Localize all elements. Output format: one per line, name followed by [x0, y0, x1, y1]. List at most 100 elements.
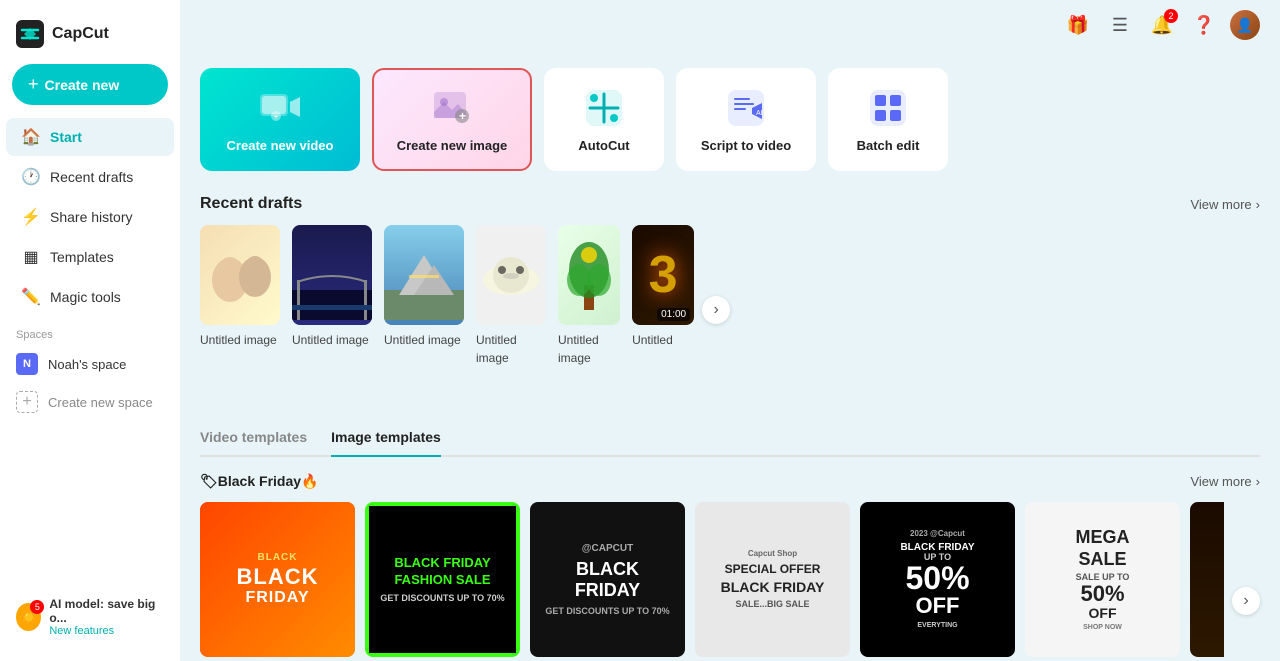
- draft-item-6[interactable]: 3 01:00 Untitled: [632, 225, 694, 367]
- draft-thumb-5: [558, 225, 620, 325]
- draft-thumb-6: 3 01:00: [632, 225, 694, 325]
- batch-edit-icon: [866, 86, 910, 130]
- autocut-icon: [582, 86, 626, 130]
- sidebar-item-magic-tools[interactable]: ✏️ Magic tools: [6, 278, 174, 316]
- draft-label-3: Untitled image: [384, 333, 461, 347]
- svg-text:+: +: [274, 114, 278, 121]
- draft-thumb-2: [292, 225, 372, 325]
- template-item-7[interactable]: The Brew Coffee Black Friday 30% CASHBAC…: [1190, 502, 1224, 661]
- batch-edit-label: Batch edit: [857, 138, 920, 153]
- template-thumb-2: BLACK FRIDAY FASHION SALE GET DISCOUNTS …: [365, 502, 520, 657]
- drafts-grid: Untitled image Untitled image: [200, 225, 694, 367]
- template-item-6[interactable]: MEGA SALE SALE UP TO 50% OFF SHOP NOW Bl…: [1025, 502, 1180, 661]
- space-avatar: N: [16, 353, 38, 375]
- capcut-logo-icon: [16, 20, 44, 48]
- script-to-video-card[interactable]: AI Script to video: [676, 68, 816, 171]
- script-to-video-label: Script to video: [701, 138, 791, 153]
- create-video-label: Create new video: [227, 138, 334, 153]
- create-new-space[interactable]: + Create new space: [0, 383, 180, 421]
- sidebar-item-start[interactable]: 🏠 Start: [6, 118, 174, 156]
- draft-label-6: Untitled: [632, 333, 673, 347]
- draft-thumb-3: [384, 225, 464, 325]
- svg-text:+: +: [459, 109, 466, 123]
- template-item-1[interactable]: BLACK BLACK FRIDAY Black Friday Workout …: [200, 502, 355, 661]
- autocut-label: AutoCut: [578, 138, 629, 153]
- templates-icon: ▦: [22, 248, 40, 266]
- recent-drafts-title: Recent drafts: [200, 195, 302, 213]
- spaces-label: Spaces: [0, 317, 180, 345]
- action-cards: + Create new video + Create new image: [200, 68, 1260, 171]
- create-video-icon: +: [258, 86, 302, 130]
- bell-button[interactable]: 🔔 2: [1146, 9, 1178, 41]
- plus-icon: +: [28, 74, 39, 95]
- draft-thumb-1: [200, 225, 280, 325]
- home-icon: 🏠: [22, 128, 40, 146]
- draft-item-5[interactable]: Untitled image: [558, 225, 620, 367]
- ai-feature-subtitle: New features: [49, 625, 164, 637]
- tab-video-templates[interactable]: Video templates: [200, 423, 307, 457]
- draft-duration-badge: 01:00: [657, 308, 690, 321]
- bell-badge: 2: [1164, 9, 1178, 23]
- batch-edit-card[interactable]: Batch edit: [828, 68, 948, 171]
- create-image-card[interactable]: + Create new image: [372, 68, 532, 171]
- template-item-4[interactable]: Capcut Shop SPECIAL OFFER BLACK FRIDAY S…: [695, 502, 850, 661]
- draft-label-2: Untitled image: [292, 333, 369, 347]
- draft-item-4[interactable]: Untitled image: [476, 225, 546, 367]
- template-thumb-4: Capcut Shop SPECIAL OFFER BLACK FRIDAY S…: [695, 502, 850, 657]
- draft-label-4: Untitled image: [476, 333, 517, 365]
- drafts-next-arrow[interactable]: ›: [702, 296, 730, 324]
- sidebar: CapCut + Create new 🏠 Start 🕐 Recent dra…: [0, 0, 180, 661]
- template-thumb-1: BLACK BLACK FRIDAY: [200, 502, 355, 657]
- template-section-title: 🏷Black Friday🔥: [200, 473, 318, 490]
- space-noah[interactable]: N Noah's space: [0, 345, 180, 383]
- sidebar-item-share-history[interactable]: ⚡ Share history: [6, 198, 174, 236]
- sidebar-item-recent-drafts[interactable]: 🕐 Recent drafts: [6, 158, 174, 196]
- ai-feature-banner[interactable]: ☀️ 5 AI model: save big o... New feature…: [0, 585, 180, 649]
- templates-next-arrow[interactable]: ›: [1232, 587, 1260, 615]
- template-tabs: Video templates Image templates: [200, 423, 1260, 457]
- help-button[interactable]: ❓: [1188, 9, 1220, 41]
- create-image-icon: +: [430, 86, 474, 130]
- top-header: 🎁 ☰ 🔔 2 ❓ 👤: [360, 0, 1280, 50]
- svg-text:AI: AI: [756, 110, 763, 117]
- tab-image-templates[interactable]: Image templates: [331, 423, 441, 457]
- autocut-card[interactable]: AutoCut: [544, 68, 664, 171]
- draft-item-2[interactable]: Untitled image: [292, 225, 372, 367]
- magic-icon: ✏️: [22, 288, 40, 306]
- recent-drafts-view-more[interactable]: View more ›: [1190, 197, 1260, 212]
- template-item-3[interactable]: @CAPCUT BLACK FRIDAY GET DISCOUNTS UP TO…: [530, 502, 685, 661]
- user-avatar[interactable]: 👤: [1230, 10, 1260, 40]
- draft-item-1[interactable]: Untitled image: [200, 225, 280, 367]
- add-space-icon: +: [16, 391, 38, 413]
- sidebar-item-templates[interactable]: ▦ Templates: [6, 238, 174, 276]
- app-logo: CapCut: [0, 12, 180, 64]
- ai-badge-icon: ☀️ 5: [16, 603, 41, 631]
- template-thumb-6: MEGA SALE SALE UP TO 50% OFF SHOP NOW: [1025, 502, 1180, 657]
- template-item-5[interactable]: 2023 @Capcut BLACK FRIDAY UP TO 50% OFF …: [860, 502, 1015, 661]
- ai-feature-title: AI model: save big o...: [49, 597, 164, 625]
- template-section-header: 🏷Black Friday🔥 View more ›: [200, 473, 1260, 490]
- templates-grid: BLACK BLACK FRIDAY Black Friday Workout …: [200, 502, 1224, 661]
- draft-item-3[interactable]: Untitled image: [384, 225, 464, 367]
- main-content: 🎁 ☰ 🔔 2 ❓ 👤 + Create new video: [180, 0, 1280, 661]
- templates-wrapper: BLACK BLACK FRIDAY Black Friday Workout …: [200, 502, 1260, 661]
- template-thumb-3: @CAPCUT BLACK FRIDAY GET DISCOUNTS UP TO…: [530, 502, 685, 657]
- script-to-video-icon: AI: [724, 86, 768, 130]
- create-video-card[interactable]: + Create new video: [200, 68, 360, 171]
- draft-thumb-4: [476, 225, 546, 325]
- draft-label-5: Untitled image: [558, 333, 599, 365]
- template-thumb-7: The Brew Coffee Black Friday 30% CASHBAC…: [1190, 502, 1224, 657]
- create-new-button[interactable]: + Create new: [12, 64, 168, 105]
- draft-label-1: Untitled image: [200, 333, 277, 347]
- gift-button[interactable]: 🎁: [1062, 9, 1094, 41]
- share-icon: ⚡: [22, 208, 40, 226]
- app-name: CapCut: [52, 25, 109, 43]
- clock-icon: 🕐: [22, 168, 40, 186]
- ai-badge-count: 5: [30, 600, 44, 614]
- list-button[interactable]: ☰: [1104, 9, 1136, 41]
- templates-view-more[interactable]: View more ›: [1190, 474, 1260, 489]
- drafts-wrapper: Untitled image Untitled image: [200, 225, 1260, 395]
- create-image-label: Create new image: [397, 138, 508, 153]
- recent-drafts-header: Recent drafts View more ›: [200, 195, 1260, 213]
- template-item-2[interactable]: BLACK FRIDAY FASHION SALE GET DISCOUNTS …: [365, 502, 520, 661]
